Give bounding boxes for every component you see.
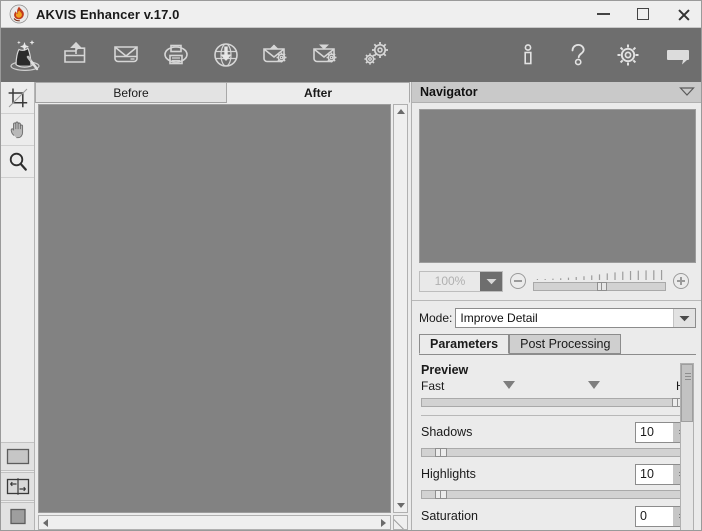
chevron-down-icon[interactable]	[679, 85, 695, 99]
zoom-level-select[interactable]: 100%	[419, 270, 503, 292]
param-slider-highlights[interactable]	[421, 489, 694, 500]
navigator-title: Navigator	[420, 85, 478, 99]
main-toolbar	[1, 28, 701, 82]
parameters-scrollbar-thumb[interactable]	[681, 364, 693, 422]
tab-parameters[interactable]: Parameters	[419, 334, 510, 354]
navigator-header: Navigator	[412, 82, 701, 103]
preview-slider-track[interactable]	[421, 398, 694, 407]
title-bar: AKVIS Enhancer v.17.0	[1, 1, 701, 28]
image-view-tabs: Before After	[35, 82, 410, 103]
maximize-button[interactable]	[623, 1, 663, 28]
param-label-shadows: Shadows	[421, 425, 473, 439]
param-row-shadows: Shadows 10	[421, 420, 694, 444]
scroll-left-arrow-icon[interactable]	[39, 516, 52, 529]
image-canvas-area	[35, 103, 410, 530]
scroll-up-arrow-icon[interactable]	[394, 105, 407, 118]
section-divider	[421, 415, 694, 416]
info-icon[interactable]	[503, 30, 553, 80]
resize-grip[interactable]	[393, 515, 408, 530]
param-value-highlights[interactable]: 10	[636, 464, 673, 484]
mode-value: Improve Detail	[460, 311, 538, 325]
chevron-down-icon[interactable]	[480, 271, 502, 291]
mode-select[interactable]: Improve Detail	[455, 308, 696, 328]
magic-hat-wand-icon[interactable]	[1, 30, 51, 80]
view-mode-single[interactable]	[1, 442, 34, 471]
image-canvas[interactable]	[38, 104, 391, 513]
param-label-saturation: Saturation	[421, 509, 478, 523]
triangle-down-icon	[502, 381, 515, 389]
zoom-slider-thumb[interactable]	[596, 282, 607, 291]
help-question-icon[interactable]	[553, 30, 603, 80]
zoom-tool[interactable]	[1, 146, 34, 178]
window-title: AKVIS Enhancer v.17.0	[36, 6, 180, 22]
param-value-saturation[interactable]: 0	[636, 506, 673, 526]
tools-sidebar	[1, 82, 35, 530]
zoom-slider[interactable]	[533, 270, 666, 292]
triangle-down-icon	[587, 381, 600, 389]
right-panel: Navigator 100% Mode: Improve Detail Para…	[411, 82, 701, 530]
close-button[interactable]	[663, 1, 701, 28]
open-image-icon[interactable]	[51, 30, 101, 80]
mode-row: Mode: Improve Detail	[419, 307, 696, 329]
tab-after-label: After	[303, 85, 332, 100]
scroll-down-arrow-icon[interactable]	[394, 499, 407, 512]
akvis-enhancer-window: AKVIS Enhancer v.17.0 Before After Navig…	[0, 0, 702, 531]
param-slider-track[interactable]	[421, 490, 694, 499]
view-mode-square[interactable]	[1, 502, 34, 530]
param-label-highlights: Highlights	[421, 467, 476, 481]
tab-before-label: Before	[113, 85, 149, 100]
akvis-flame-logo-icon	[6, 3, 32, 25]
minimize-button[interactable]	[583, 1, 623, 28]
view-mode-group	[1, 442, 35, 530]
minus-circle-icon[interactable]	[510, 273, 526, 289]
param-slider-track[interactable]	[421, 448, 694, 457]
scroll-right-arrow-icon[interactable]	[377, 516, 390, 529]
canvas-vertical-scrollbar[interactable]	[393, 104, 408, 513]
plus-circle-icon[interactable]	[673, 273, 689, 289]
param-slider-shadows[interactable]	[421, 447, 694, 458]
parameters-scrollbar[interactable]	[680, 363, 694, 530]
param-slider-thumb[interactable]	[434, 448, 447, 457]
param-slider-thumb[interactable]	[434, 490, 447, 499]
preferences-gears-icon[interactable]	[351, 30, 401, 80]
export-preset-icon[interactable]	[251, 30, 301, 80]
preview-fast-label: Fast	[421, 379, 445, 393]
print-image-icon[interactable]	[151, 30, 201, 80]
comment-balloon-icon[interactable]	[653, 30, 701, 80]
toolbar-right-group	[503, 30, 701, 80]
parameters-panel: Preview Fast HQ Shadows 10	[419, 363, 696, 530]
window-controls	[583, 1, 701, 28]
save-image-icon[interactable]	[101, 30, 151, 80]
tab-parameters-label: Parameters	[430, 337, 499, 351]
panel-tabs: Parameters Post Processing	[419, 334, 696, 355]
tab-after[interactable]: After	[227, 82, 410, 103]
settings-gear-icon[interactable]	[603, 30, 653, 80]
panel-divider	[412, 300, 701, 301]
tab-post-processing-label: Post Processing	[520, 337, 611, 351]
preview-quality-slider[interactable]	[421, 397, 694, 408]
preview-quality-labels: Fast HQ	[421, 378, 694, 394]
zoom-slider-ticks-icon	[536, 270, 663, 280]
chevron-down-icon[interactable]	[673, 309, 695, 327]
import-preset-icon[interactable]	[301, 30, 351, 80]
view-mode-split[interactable]	[1, 472, 34, 501]
crop-tool[interactable]	[1, 82, 34, 114]
navigator-preview[interactable]	[419, 109, 696, 263]
param-value-shadows[interactable]: 10	[636, 422, 673, 442]
param-row-highlights: Highlights 10	[421, 462, 694, 486]
hand-tool[interactable]	[1, 114, 34, 146]
zoom-level-value: 100%	[434, 274, 466, 288]
tab-post-processing[interactable]: Post Processing	[509, 334, 622, 354]
param-row-saturation: Saturation 0	[421, 504, 694, 528]
navigator-zoom-row: 100%	[419, 268, 696, 294]
tab-before[interactable]: Before	[35, 82, 227, 103]
mode-label: Mode:	[419, 311, 453, 325]
web-download-icon[interactable]	[201, 30, 251, 80]
preview-section-title: Preview	[421, 363, 469, 377]
canvas-horizontal-scrollbar[interactable]	[38, 515, 391, 530]
